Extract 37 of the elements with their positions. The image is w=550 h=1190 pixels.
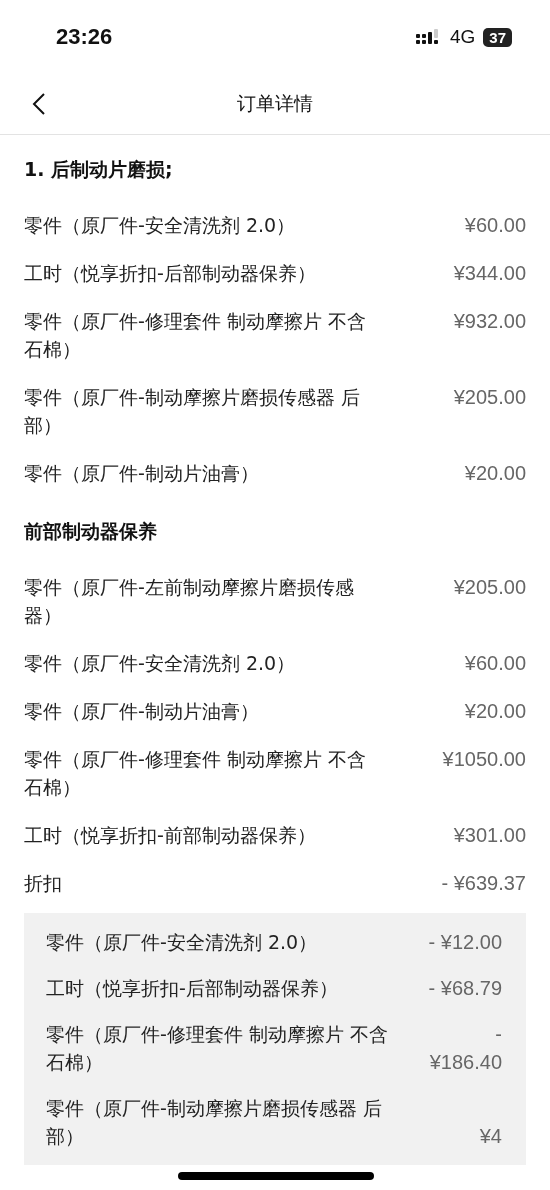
item-label: 零件（原厂件-制动摩擦片磨损传感器 后部）: [46, 1096, 383, 1149]
item-label: 零件（原厂件-修理套件 制动摩擦片 不含石棉）: [46, 1022, 389, 1075]
item-amount: - ¥186.40: [428, 1022, 502, 1075]
back-icon[interactable]: [32, 92, 46, 116]
item-label: 零件（原厂件-制动片油膏）: [24, 461, 259, 486]
item-label: 零件（原厂件-安全清洗剂 2.0）: [24, 651, 296, 676]
item-label: 零件（原厂件-左前制动摩擦片磨损传感器）: [24, 575, 355, 628]
item-amount: - ¥12.00: [428, 930, 502, 955]
item-amount: ¥1050.00: [442, 747, 526, 772]
discount-amount: - ¥639.37: [441, 871, 526, 896]
item-amount: ¥205.00: [453, 385, 526, 410]
battery-icon: 37: [483, 27, 512, 47]
item-label: 零件（原厂件-制动摩擦片磨损传感器 后部）: [24, 385, 361, 438]
item-label: 工时（悦享折扣-后部制动器保养）: [46, 976, 338, 1001]
item-amount: ¥60.00: [464, 651, 526, 676]
network-type: 4G: [449, 26, 476, 48]
item-amount: ¥344.00: [453, 261, 526, 286]
item-label: 零件（原厂件-修理套件 制动摩擦片 不含石棉）: [24, 747, 367, 800]
section-title: 1. 后制动片磨损;: [24, 157, 174, 182]
item-amount: ¥205.00: [453, 575, 526, 600]
item-amount: ¥932.00: [453, 309, 526, 334]
page-title: 订单详情: [237, 91, 313, 116]
item-amount: ¥20.00: [464, 699, 526, 724]
item-label: 工时（悦享折扣-前部制动器保养）: [24, 823, 316, 848]
item-amount: ¥20.00: [464, 461, 526, 486]
item-label: 零件（原厂件-安全清洗剂 2.0）: [24, 213, 296, 238]
section-title: 前部制动器保养: [24, 519, 158, 544]
item-amount: ¥301.00: [453, 823, 526, 848]
item-label: 工时（悦享折扣-后部制动器保养）: [24, 261, 316, 286]
discount-label: 折扣: [24, 871, 62, 896]
status-time: 23:26: [56, 24, 113, 50]
item-amount: ¥60.00: [464, 213, 526, 238]
item-label: 零件（原厂件-制动片油膏）: [24, 699, 259, 724]
item-label: 零件（原厂件-修理套件 制动摩擦片 不含石棉）: [24, 309, 367, 362]
item-amount: - ¥68.79: [428, 976, 502, 1001]
item-label: 零件（原厂件-安全清洗剂 2.0）: [46, 930, 318, 955]
item-amount: ¥4: [479, 1124, 502, 1149]
